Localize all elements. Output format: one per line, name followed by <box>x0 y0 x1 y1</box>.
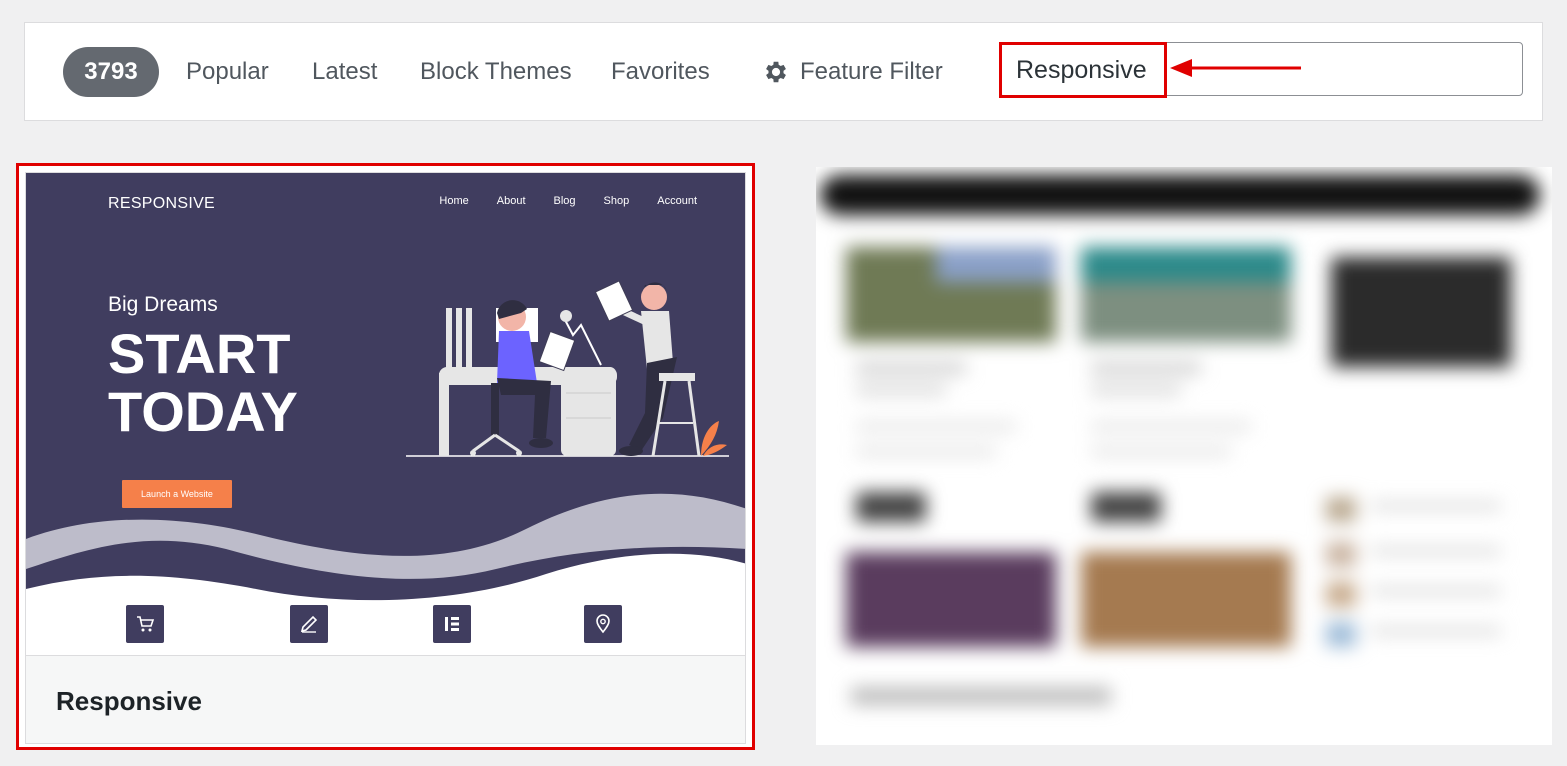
filter-favorites-link[interactable]: Favorites <box>611 57 710 87</box>
filter-latest-link[interactable]: Latest <box>312 57 377 87</box>
preview-feature-icons <box>26 605 745 655</box>
blurred-theme-card[interactable] <box>816 167 1552 745</box>
feature-filter-button[interactable]: Feature Filter <box>762 57 943 87</box>
preview-nav-home: Home <box>439 195 469 207</box>
filter-block-themes-link[interactable]: Block Themes <box>420 57 572 87</box>
theme-filter-bar: 3793 Popular Latest Block Themes Favorit… <box>24 22 1543 121</box>
preview-kicker: Big Dreams <box>108 293 218 316</box>
theme-name[interactable]: Responsive <box>56 686 202 717</box>
preview-logo: RESPONSIVE <box>108 195 216 212</box>
theme-count-badge: 3793 <box>63 47 159 97</box>
filter-popular-link[interactable]: Popular <box>186 57 269 87</box>
location-pin-icon <box>584 605 622 643</box>
elementor-icon <box>433 605 471 643</box>
blurred-preview <box>816 167 1552 745</box>
preview-nav-about: About <box>496 195 526 207</box>
preview-nav-shop: Shop <box>603 195 630 207</box>
office-illustration <box>406 280 729 457</box>
feature-filter-label: Feature Filter <box>800 58 943 85</box>
gear-icon <box>766 61 786 83</box>
arrow-left-icon <box>1170 59 1301 77</box>
cart-icon <box>126 605 164 643</box>
preview-nav: Home About Blog Shop Account <box>439 195 697 207</box>
search-highlight-box <box>999 42 1167 98</box>
theme-card-footer: Responsive <box>26 655 745 743</box>
preview-nav-blog: Blog <box>553 195 576 207</box>
theme-screenshot[interactable]: RESPONSIVE Home About Blog Shop Account … <box>26 173 745 655</box>
theme-card-inner: RESPONSIVE Home About Blog Shop Account … <box>25 172 746 744</box>
preview-headline: START TODAY <box>108 322 298 443</box>
theme-card-responsive[interactable]: RESPONSIVE Home About Blog Shop Account … <box>16 163 755 750</box>
preview-nav-account: Account <box>657 195 697 207</box>
pencil-icon <box>290 605 328 643</box>
